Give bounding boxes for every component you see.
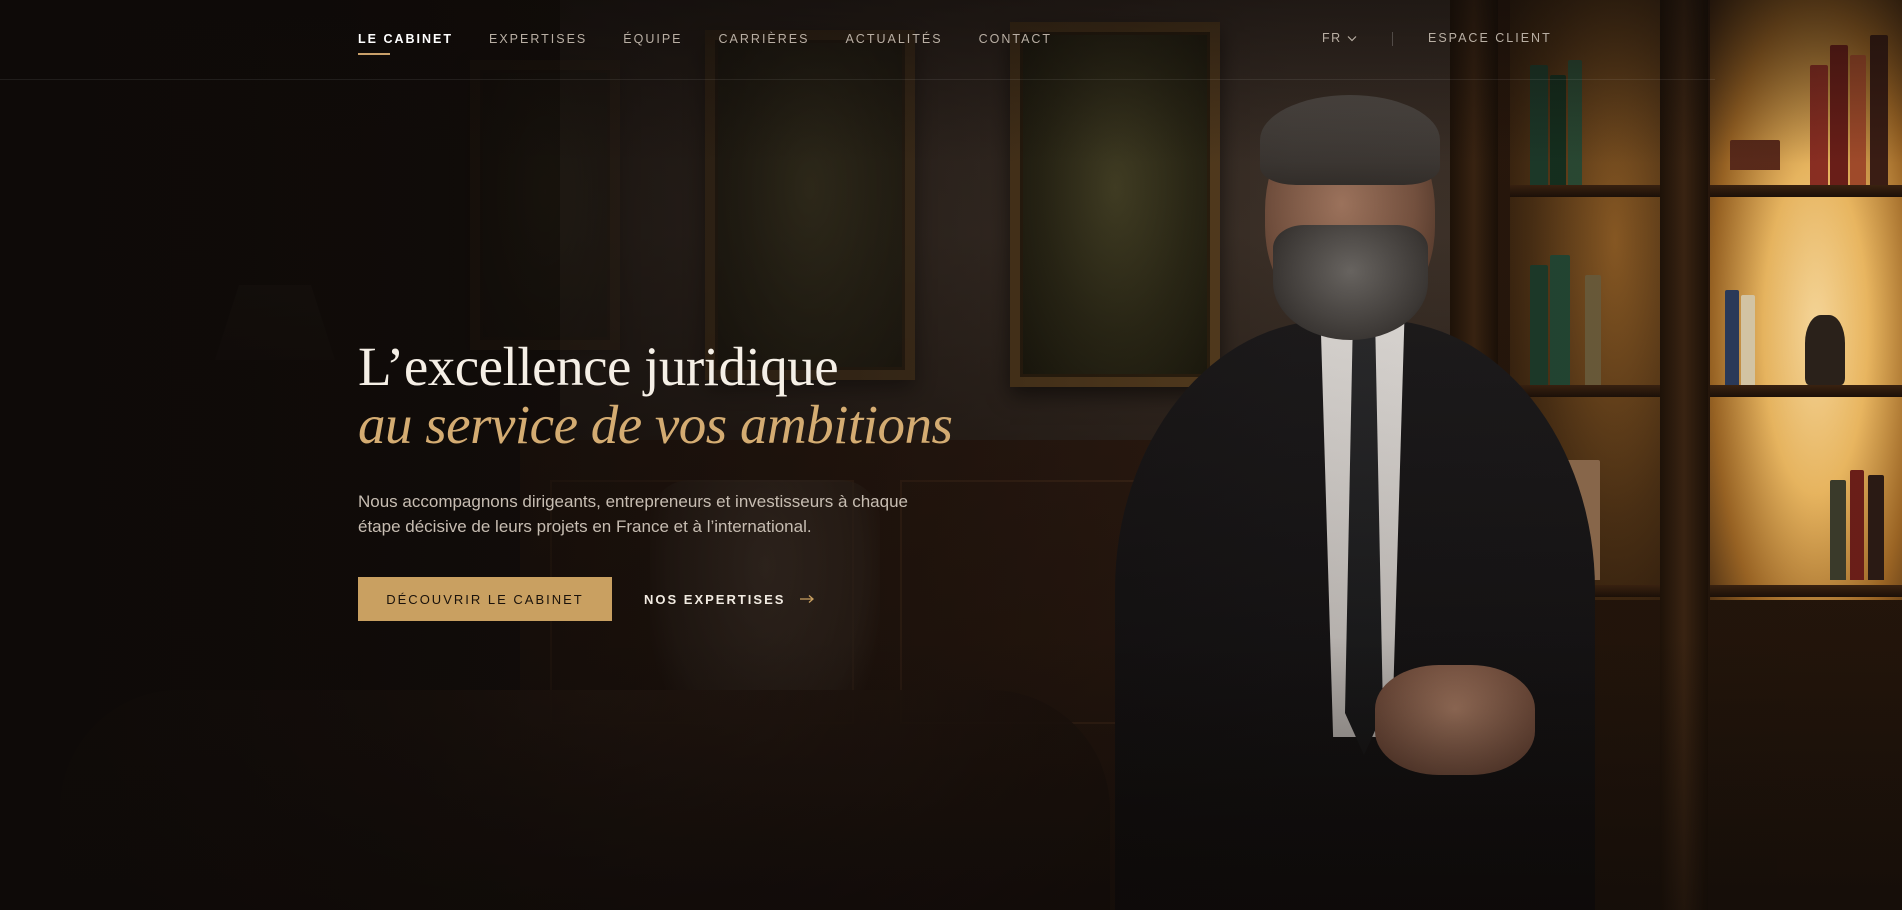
nav-item-actualites[interactable]: ACTUALITÉS bbox=[845, 31, 942, 47]
hero-section: L’excellence juridique au service de vos… bbox=[358, 338, 978, 621]
main-nav: LE CABINET EXPERTISES ÉQUIPE CARRIÈRES A… bbox=[358, 31, 1088, 55]
client-space-link[interactable]: ESPACE CLIENT bbox=[1428, 31, 1552, 45]
expertises-link-label: NOS EXPERTISES bbox=[644, 591, 786, 607]
nav-item-expertises[interactable]: EXPERTISES bbox=[489, 31, 587, 47]
header-divider bbox=[1392, 32, 1393, 46]
discover-cabinet-button[interactable]: DÉCOUVRIR LE CABINET bbox=[358, 577, 612, 621]
site-header: LE CABINET EXPERTISES ÉQUIPE CARRIÈRES A… bbox=[0, 0, 1902, 80]
chevron-down-icon bbox=[1347, 35, 1357, 41]
hero-subtitle: Nous accompagnons dirigeants, entreprene… bbox=[358, 492, 908, 536]
hero-actions: DÉCOUVRIR LE CABINET NOS EXPERTISES bbox=[358, 577, 978, 621]
nav-item-carrieres[interactable]: CARRIÈRES bbox=[719, 31, 810, 47]
language-selector[interactable]: FR bbox=[1322, 31, 1357, 45]
expertises-link[interactable]: NOS EXPERTISES bbox=[644, 592, 815, 607]
arrow-right-icon bbox=[800, 595, 815, 603]
hero-title-line2: au service de vos ambitions bbox=[358, 394, 953, 455]
nav-item-le-cabinet[interactable]: LE CABINET bbox=[358, 31, 453, 55]
header-rule bbox=[0, 79, 1715, 80]
nav-item-contact[interactable]: CONTACT bbox=[979, 31, 1053, 47]
hero-title: L’excellence juridique au service de vos… bbox=[358, 338, 978, 454]
nav-item-equipe[interactable]: ÉQUIPE bbox=[623, 31, 682, 47]
language-label: FR bbox=[1322, 31, 1342, 45]
hero-title-line1: L’excellence juridique bbox=[358, 336, 839, 397]
